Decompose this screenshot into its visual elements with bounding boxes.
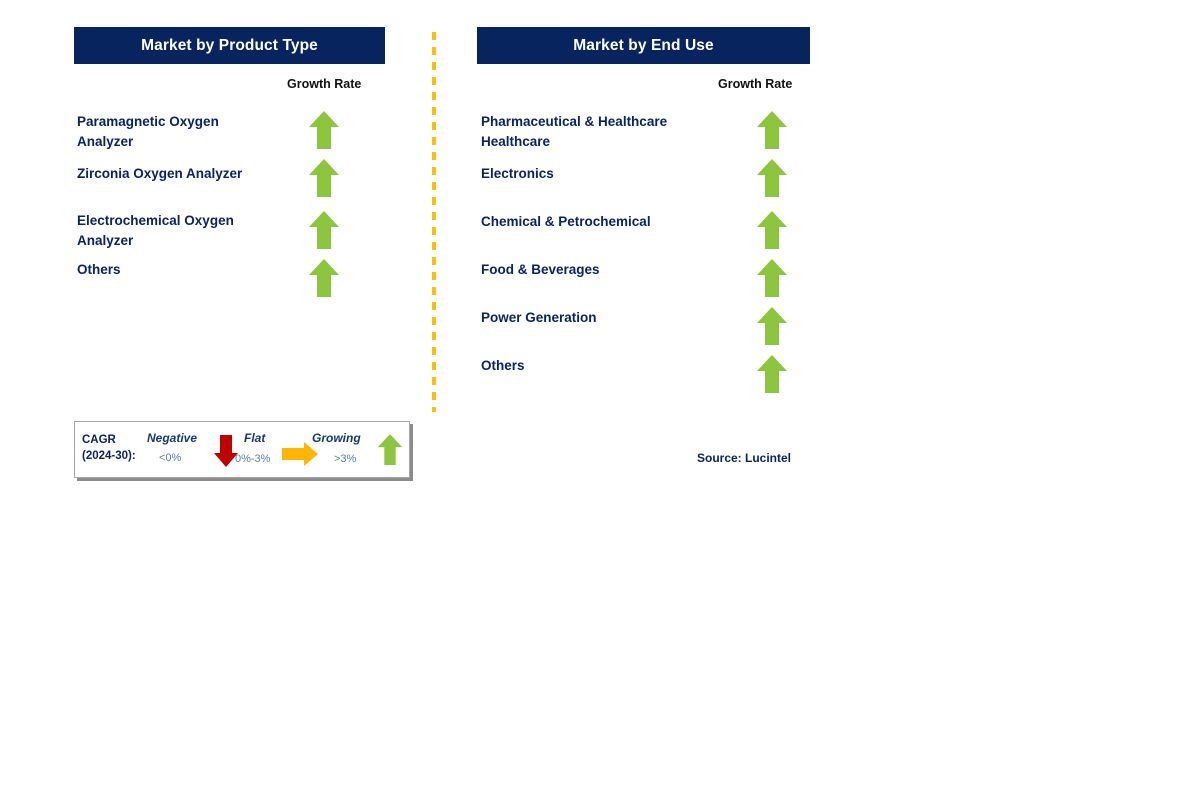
growth-rate-caption-product-type: Growth Rate: [287, 77, 362, 91]
arrow-up-icon: [309, 111, 339, 149]
list-item-label: Chemical & Petrochemical: [481, 214, 651, 229]
growth-indicator: [756, 306, 788, 346]
arrow-up-icon: [757, 259, 787, 297]
growth-indicator: [308, 158, 340, 198]
growth-indicator: [308, 210, 340, 250]
legend-range-negative: <0%: [159, 452, 182, 464]
panel-header-end-use: Market by End Use: [477, 27, 810, 64]
list-item-label: Electronics: [481, 166, 554, 181]
growth-indicator: [308, 110, 340, 150]
list-item-label: Others: [481, 358, 525, 373]
growth-rate-caption-end-use: Growth Rate: [718, 77, 793, 91]
list-item-label: Power Generation: [481, 310, 597, 325]
legend-term-negative: Negative: [147, 431, 198, 445]
vertical-dashed-divider: [432, 27, 436, 412]
infographic-canvas: Market by Product Type Market by End Use…: [0, 0, 1186, 812]
legend-term-growing: Growing: [312, 431, 361, 445]
growth-indicator: [756, 354, 788, 394]
panel-title-product-type: Market by Product Type: [141, 36, 318, 54]
cagr-legend: CAGR (2024-30): Negative <0% Flat 0%-3% …: [74, 421, 410, 478]
arrow-up-icon: [377, 434, 403, 465]
legend-icon-growing: [377, 433, 403, 466]
panel-header-product-type: Market by Product Type: [74, 27, 385, 64]
list-item-label: Electrochemical Oxygen Analyzer: [77, 213, 234, 248]
arrow-up-icon: [757, 307, 787, 345]
arrow-up-icon: [309, 259, 339, 297]
legend-range-flat: 0%-3%: [235, 453, 271, 465]
arrow-up-icon: [309, 211, 339, 249]
source-note: Source: Lucintel: [697, 451, 792, 465]
legend-title: CAGR (2024-30):: [82, 434, 136, 462]
arrow-up-icon: [757, 211, 787, 249]
arrow-up-icon: [309, 159, 339, 197]
growth-indicator: [308, 258, 340, 298]
arrow-up-icon: [757, 159, 787, 197]
legend-term-flat: Flat: [244, 431, 266, 445]
list-item-label: Zirconia Oxygen Analyzer: [77, 166, 243, 181]
growth-indicator: [756, 258, 788, 298]
growth-indicator: [756, 158, 788, 198]
arrow-up-icon: [757, 111, 787, 149]
list-item-label: Food & Beverages: [481, 262, 600, 277]
arrow-up-icon: [757, 355, 787, 393]
growth-indicator: [756, 110, 788, 150]
growth-indicator: [756, 210, 788, 250]
panel-title-end-use: Market by End Use: [573, 36, 714, 54]
list-item-label: Pharmaceutical & Healthcare Healthcare: [481, 114, 668, 149]
list-item-label: Others: [77, 262, 121, 277]
list-item-label: Paramagnetic Oxygen Analyzer: [77, 114, 219, 149]
legend-range-growing: >3%: [334, 453, 357, 465]
